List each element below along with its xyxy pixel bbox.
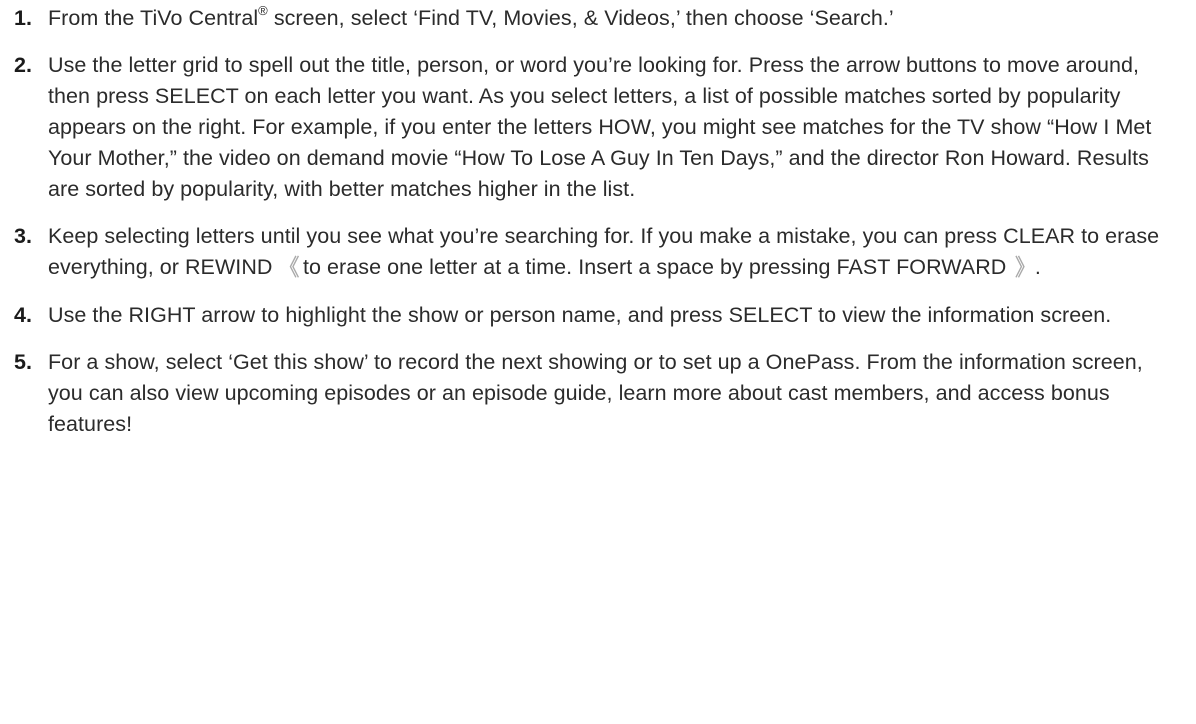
step-text-part: . xyxy=(1034,255,1041,279)
step-number: 2. xyxy=(14,53,33,77)
step-2: 2. Use the letter grid to spell out the … xyxy=(0,50,1196,205)
step-4: 4. Use the RIGHT arrow to highlight the … xyxy=(0,300,1196,331)
step-number: 3. xyxy=(14,224,33,248)
rewind-icon: 〈〈 xyxy=(278,255,299,282)
step-text: Keep selecting letters until you see wha… xyxy=(48,221,1176,284)
step-text-part: screen, select ‘Find TV, Movies, & Video… xyxy=(267,6,894,30)
step-text: Use the letter grid to spell out the tit… xyxy=(48,53,1152,201)
step-3: 3. Keep selecting letters until you see … xyxy=(0,221,1196,284)
step-text: Use the RIGHT arrow to highlight the sho… xyxy=(48,303,1112,327)
step-text-part: to erase one letter at a time. Insert a … xyxy=(303,255,1007,279)
step-text-part: From the TiVo Central xyxy=(48,6,259,30)
instruction-list: 1. From the TiVo Central® screen, select… xyxy=(0,0,1196,440)
step-text: For a show, select ‘Get this show’ to re… xyxy=(48,350,1143,436)
step-text: From the TiVo Central® screen, select ‘F… xyxy=(48,3,1176,34)
step-5: 5. For a show, select ‘Get this show’ to… xyxy=(0,347,1196,440)
fast-forward-icon: 〉〉 xyxy=(1014,255,1035,282)
step-number: 4. xyxy=(14,303,33,327)
step-number: 5. xyxy=(14,350,33,374)
step-1: 1. From the TiVo Central® screen, select… xyxy=(0,3,1196,34)
registered-mark: ® xyxy=(258,2,268,18)
step-number: 1. xyxy=(14,6,33,30)
